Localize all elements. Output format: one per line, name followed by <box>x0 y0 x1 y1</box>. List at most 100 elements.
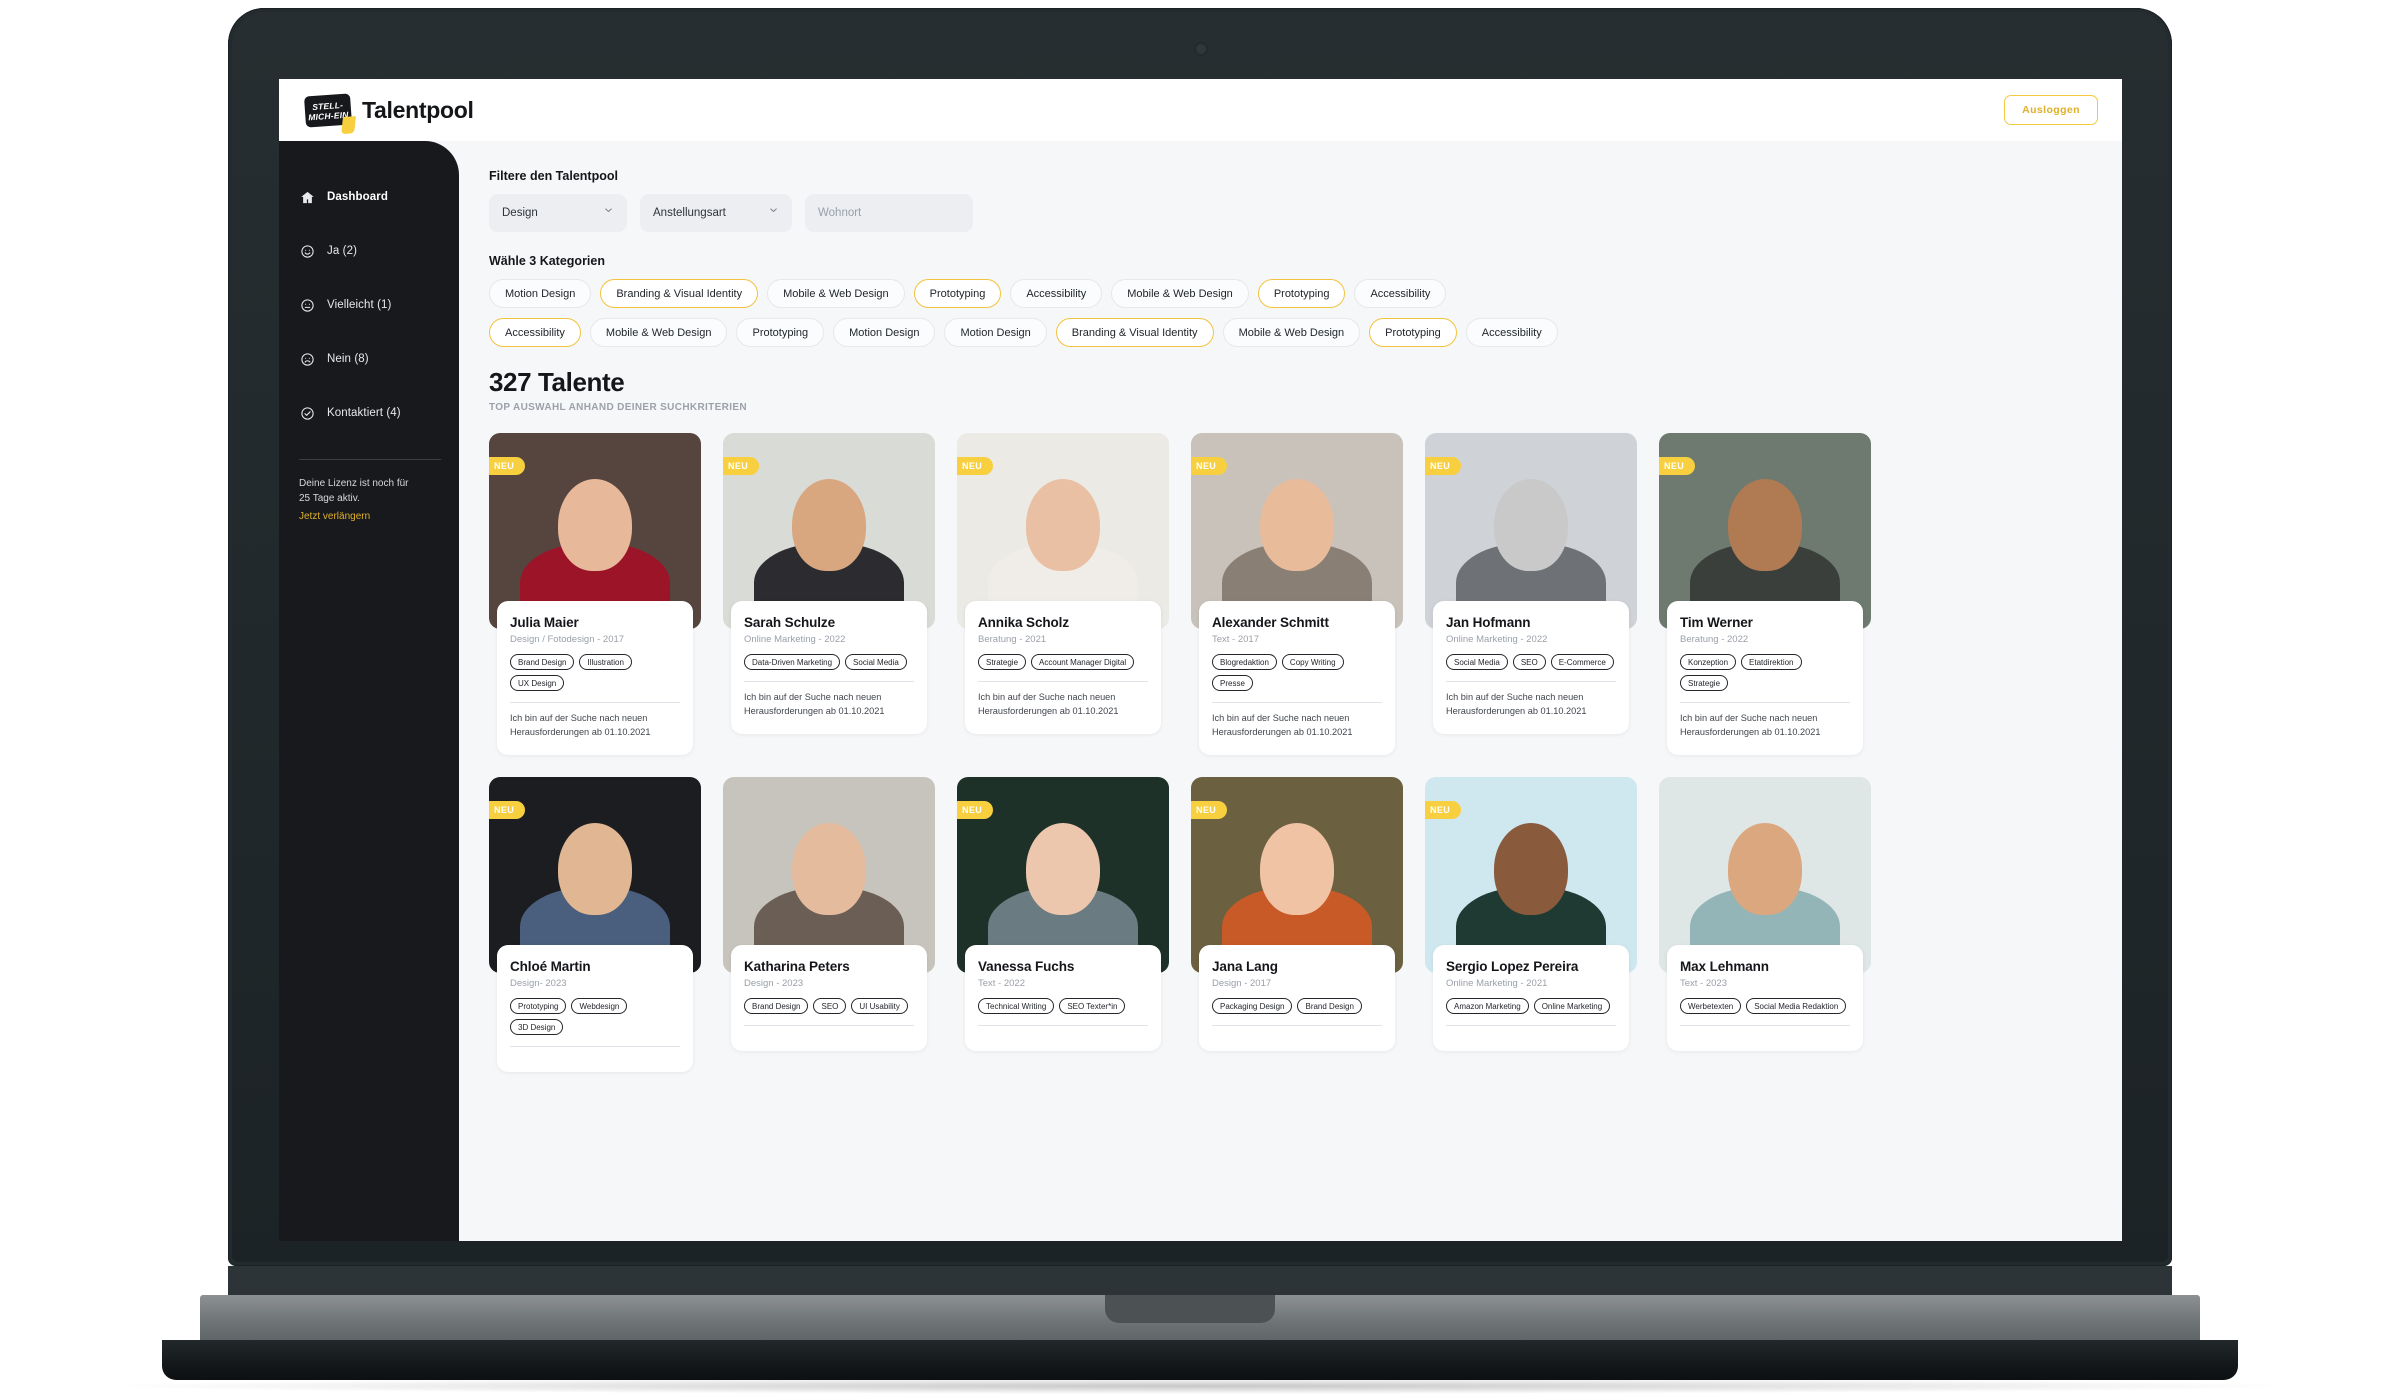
category-chip[interactable]: Prototyping <box>1257 279 1346 308</box>
skill-tags: Brand Design Illustration UX Design <box>510 654 680 691</box>
new-badge: NEU <box>1425 457 1462 475</box>
talent-photo[interactable]: NEU <box>1425 433 1637 629</box>
speech-bubble-logo-icon: STELL- MICH-EIN <box>303 92 356 134</box>
skill-tag: Technical Writing <box>978 998 1055 1014</box>
skill-tag: Social Media Redaktion <box>1746 998 1847 1014</box>
talent-meta: Online Marketing - 2022 <box>744 634 846 645</box>
sidebar-item-ja[interactable]: Ja (2) <box>279 231 459 271</box>
talent-photo[interactable]: NEU <box>1659 433 1871 629</box>
talent-name: Tim Werner <box>1680 615 1753 630</box>
talent-photo[interactable]: NEU <box>1425 777 1637 973</box>
talent-meta: Design / Fotodesign - 2017 <box>510 634 625 645</box>
skill-tag: Presse <box>1212 675 1253 691</box>
photo-face-shape <box>792 479 866 571</box>
photo-face-shape <box>1260 479 1334 571</box>
category-chip[interactable]: Accessibility <box>1010 279 1103 308</box>
main-content: Filtere den Talentpool Design Anstellung… <box>459 141 2122 1241</box>
talent-card[interactable]: NEU Alexander Schmitt Text - 2017 Blogre… <box>1191 433 1403 755</box>
category-chip[interactable]: Prototyping <box>1369 318 1457 347</box>
talent-card[interactable]: NEU Jana Lang Design - 2017 Packaging De… <box>1191 777 1403 1072</box>
category-chip[interactable]: Prototyping <box>913 279 1002 308</box>
talent-photo[interactable]: NEU <box>489 777 701 973</box>
results-header: 327 Talente TOP AUSWAHL ANHAND DEINER SU… <box>489 367 2088 413</box>
sidebar: Dashboard Ja (2) Vielleicht (1) Nein (8)… <box>279 141 459 1241</box>
category-chip[interactable]: Prototyping <box>736 318 825 347</box>
talent-photo[interactable] <box>1659 777 1871 973</box>
talent-photo[interactable]: NEU <box>1191 777 1403 973</box>
renew-license-link[interactable]: Jetzt verlängern <box>299 511 370 522</box>
results-subtitle: TOP AUSWAHL ANHAND DEINER SUCHKRITERIEN <box>489 402 747 413</box>
talent-photo[interactable]: NEU <box>957 777 1169 973</box>
employment-type-select[interactable]: Anstellungsart <box>640 194 792 232</box>
new-badge: NEU <box>957 457 994 475</box>
categories-heading: Wähle 3 Kategorien <box>489 254 605 268</box>
sidebar-item-kontaktiert[interactable]: Kontaktiert (4) <box>279 393 459 433</box>
talent-card[interactable]: NEU Tim Werner Beratung - 2022 Konzeptio… <box>1659 433 1871 755</box>
talent-photo[interactable]: NEU <box>957 433 1169 629</box>
skill-tag: SEO Texter*in <box>1059 998 1126 1014</box>
sidebar-item-label: Vielleicht (1) <box>327 299 392 311</box>
talent-info: Max Lehmann Text - 2023 Werbetexten Socia… <box>1667 945 1863 1051</box>
talent-card[interactable]: NEU Sergio Lopez Pereira Online Marketin… <box>1425 777 1637 1072</box>
category-chip[interactable]: Accessibility <box>489 318 581 347</box>
smiley-happy-icon <box>299 243 316 260</box>
skill-tags: Strategie Account Manager Digital <box>978 654 1148 670</box>
talent-card[interactable]: NEU Vanessa Fuchs Text - 2022 Technical … <box>957 777 1169 1072</box>
photo-face-shape <box>1494 479 1568 571</box>
category-chip[interactable]: Mobile & Web Design <box>589 318 728 347</box>
talent-card[interactable]: NEU Chloé Martin Design- 2023 Prototypin… <box>489 777 701 1072</box>
logout-button[interactable]: Ausloggen <box>2004 95 2098 125</box>
talent-meta: Text - 2022 <box>978 978 1025 989</box>
page-title: Talentpool <box>362 96 474 123</box>
talent-photo[interactable]: NEU <box>1191 433 1403 629</box>
sidebar-item-dashboard[interactable]: Dashboard <box>279 177 459 217</box>
category-chip[interactable]: Branding & Visual Identity <box>1055 318 1214 347</box>
category-chip[interactable]: Accessibility <box>1465 318 1558 347</box>
skill-tag: Copy Writing <box>1281 654 1344 670</box>
card-divider <box>1212 1025 1382 1026</box>
photo-face-shape <box>558 479 632 571</box>
skill-tag: Social Media <box>845 654 907 670</box>
talent-name: Sergio Lopez Pereira <box>1446 959 1579 974</box>
talent-card[interactable]: Max Lehmann Text - 2023 Werbetexten Socia… <box>1659 777 1871 1072</box>
talent-card[interactable]: NEU Jan Hofmann Online Marketing - 2022 … <box>1425 433 1637 755</box>
skill-tag: Brand Design <box>1297 998 1362 1014</box>
talent-photo[interactable] <box>723 777 935 973</box>
category-chip[interactable]: Mobile & Web Design <box>1111 279 1249 308</box>
category-chip[interactable]: Branding & Visual Identity <box>600 279 759 308</box>
talent-card[interactable]: Katharina Peters Design - 2023 Brand Des… <box>723 777 935 1072</box>
card-divider <box>1680 1025 1850 1026</box>
chevron-down-icon <box>768 205 779 219</box>
screenshot-stage: STELL- MICH-EIN Talentpool Ausloggen Das… <box>0 0 2400 1395</box>
talent-card[interactable]: NEU Annika Scholz Beratung - 2021 Strate… <box>957 433 1169 755</box>
category-chip[interactable]: Mobile & Web Design <box>1222 318 1361 347</box>
license-line-1: Deine Lizenz ist noch für <box>299 478 409 489</box>
photo-face-shape <box>1494 823 1568 915</box>
talent-photo[interactable]: NEU <box>489 433 701 629</box>
category-chip[interactable]: Motion Design <box>944 318 1047 347</box>
talent-info: Sergio Lopez Pereira Online Marketing - … <box>1433 945 1629 1051</box>
talent-photo[interactable]: NEU <box>723 433 935 629</box>
skill-tag: E-Commerce <box>1550 654 1614 670</box>
sidebar-item-label: Nein (8) <box>327 353 369 365</box>
skill-tag: Illustration <box>579 654 632 670</box>
category-chip[interactable]: Accessibility <box>1354 279 1447 308</box>
category-select[interactable]: Design <box>489 194 627 232</box>
category-chip[interactable]: Motion Design <box>833 318 936 347</box>
sidebar-item-vielleicht[interactable]: Vielleicht (1) <box>279 285 459 325</box>
location-input[interactable] <box>805 194 973 232</box>
talent-info: Tim Werner Beratung - 2022 Konzeption Eta… <box>1667 601 1863 755</box>
skill-tag: Blogredaktion <box>1212 654 1277 670</box>
talent-grid: NEU Julia Maier Design / Fotodesign - 20… <box>489 433 2088 1072</box>
talent-name: Vanessa Fuchs <box>978 959 1075 974</box>
talent-card[interactable]: NEU Sarah Schulze Online Marketing - 202… <box>723 433 935 755</box>
license-info: Deine Lizenz ist noch für 25 Tage aktiv.… <box>279 460 459 524</box>
skill-tag: Prototyping <box>510 998 567 1014</box>
skill-tag: 3D Design <box>510 1019 564 1035</box>
laptop-base-notch <box>1105 1295 1275 1323</box>
category-chip[interactable]: Motion Design <box>489 279 592 308</box>
sidebar-item-nein[interactable]: Nein (8) <box>279 339 459 379</box>
category-chip[interactable]: Mobile & Web Design <box>767 279 905 308</box>
talent-card[interactable]: NEU Julia Maier Design / Fotodesign - 20… <box>489 433 701 755</box>
talent-name: Jana Lang <box>1212 959 1278 974</box>
